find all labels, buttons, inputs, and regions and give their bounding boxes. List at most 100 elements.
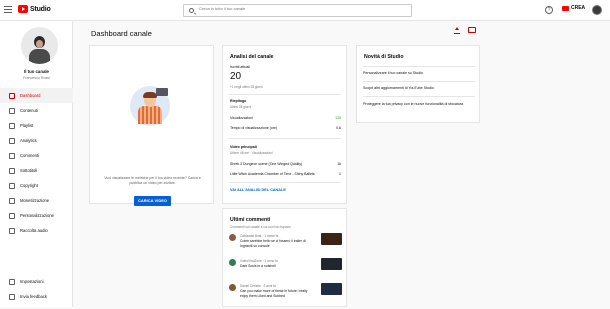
news-title: Novità di Studio bbox=[364, 54, 404, 60]
video-icon bbox=[9, 107, 15, 114]
sidebar-item-contenuti[interactable]: Contenuti bbox=[0, 103, 73, 118]
sidebar-item-playlist[interactable]: Playlist bbox=[0, 118, 73, 133]
comments-subtitle: Commenti sul canale a cui non hai rispos… bbox=[230, 225, 291, 229]
sidebar-item-label: Sottotitoli bbox=[20, 168, 38, 173]
news-item[interactable]: Proteggere la tua privacy con le nuove f… bbox=[363, 102, 475, 107]
top-video-title: Shrek 3 Dungeon scene (One Winged Qualit… bbox=[230, 162, 303, 166]
sidebar-item-invia-feedback[interactable]: Invia feedback bbox=[0, 289, 73, 304]
search-bar[interactable] bbox=[183, 4, 412, 17]
sidebar-item-label: Playlist bbox=[20, 123, 34, 128]
top-video-row[interactable]: Little Witch Academia Chamber of Time - … bbox=[230, 172, 341, 176]
views-value: 128 bbox=[335, 116, 341, 120]
upload-video-button[interactable]: CARICA VIDEO bbox=[134, 196, 171, 206]
sidebar-item-label: Personalizzazione bbox=[20, 213, 54, 218]
go-to-analytics-link[interactable]: VAI ALL'ANALISI DEL CANALE bbox=[230, 188, 286, 192]
sidebar-item-sottotitoli[interactable]: Sottotitoli bbox=[0, 163, 73, 178]
commenter-avatar bbox=[229, 259, 236, 266]
comment-item[interactable]: Daniel Christie · 2 anni fa Can you make … bbox=[229, 283, 343, 309]
sidebar-nav: Dashboard Contenuti Playlist Analytics Comme… bbox=[0, 88, 73, 238]
comment-text: Come sarebbe bello se ci fossero il trai… bbox=[240, 239, 306, 248]
comment-item[interactable]: VideoViralZone · 1 anno fa Dark Souls in … bbox=[229, 258, 343, 284]
watch-time-value: 0,6 bbox=[336, 126, 341, 130]
subscribers-change: +1 negli ultimi 28 giorni bbox=[230, 85, 263, 89]
youtube-logo-icon bbox=[18, 5, 28, 13]
feedback-icon bbox=[9, 293, 15, 300]
sidebar-bottom-nav: Impostazioni Invia feedback bbox=[0, 274, 73, 304]
page-title: Dashboard canale bbox=[91, 29, 152, 38]
brush-icon bbox=[9, 212, 15, 219]
subscribers-label: Iscritti attuali bbox=[230, 65, 250, 69]
sidebar-item-impostazioni[interactable]: Impostazioni bbox=[0, 274, 73, 289]
summary-title: Riepilogo bbox=[230, 99, 247, 103]
top-video-views: 16 bbox=[337, 162, 341, 166]
create-button[interactable]: CREA bbox=[562, 5, 585, 11]
account-avatar[interactable] bbox=[592, 5, 602, 15]
comment-author: VideoViralZone · 1 anno fa bbox=[240, 259, 278, 263]
comment-item[interactable]: Catriswan Bost · 1 mese fa Come sarebbe b… bbox=[229, 233, 343, 259]
sidebar-item-commenti[interactable]: Commenti bbox=[0, 148, 73, 163]
copyright-icon bbox=[9, 182, 15, 189]
sidebar-item-analytics[interactable]: Analytics bbox=[0, 133, 73, 148]
divider bbox=[363, 66, 475, 67]
upload-icon[interactable] bbox=[454, 27, 460, 34]
latest-comments-card: Ultimi commenti Commenti sul canale a cu… bbox=[222, 208, 347, 307]
top-videos-period: Ultime 48 ore · Visualizzazioni bbox=[230, 151, 273, 155]
comment-author: Catriswan Bost · 1 mese fa bbox=[240, 234, 279, 238]
news-item[interactable]: Personalizzare il tuo canale su Studio bbox=[363, 71, 475, 76]
subscribers-count: 20 bbox=[230, 71, 242, 82]
channel-analytics-card: Analisi del canale Iscritti attuali 20 +… bbox=[222, 45, 347, 204]
divider bbox=[363, 81, 475, 82]
divider bbox=[229, 182, 341, 183]
comment-text: Can you make more of these in future i r… bbox=[240, 289, 308, 298]
search-input[interactable] bbox=[199, 6, 399, 11]
top-videos-title: Video principali bbox=[230, 145, 257, 149]
help-icon[interactable]: ? bbox=[545, 6, 553, 14]
sidebar-item-label: Raccolta audio bbox=[20, 228, 48, 233]
create-label: CREA bbox=[571, 5, 586, 11]
money-icon bbox=[9, 197, 15, 204]
sidebar: Il tuo canale Francesco Rossi Dashboard C… bbox=[0, 21, 73, 307]
dashboard-icon bbox=[9, 92, 15, 99]
go-live-icon[interactable] bbox=[468, 27, 476, 33]
gear-icon bbox=[9, 278, 15, 285]
sidebar-item-copyright[interactable]: Copyright bbox=[0, 178, 73, 193]
sidebar-item-label: Monetizzazione bbox=[20, 198, 50, 203]
subtitles-icon bbox=[9, 167, 15, 174]
views-label: Visualizzazioni bbox=[230, 116, 253, 120]
top-bar: Studio ? CREA bbox=[0, 0, 610, 21]
sidebar-item-dashboard[interactable]: Dashboard bbox=[0, 88, 73, 103]
audio-library-icon bbox=[9, 227, 15, 234]
video-thumbnail[interactable] bbox=[321, 233, 342, 245]
comments-title: Ultimi commenti bbox=[230, 217, 271, 223]
analytics-icon bbox=[9, 137, 15, 144]
news-item[interactable]: Scopri altri aggiornamenti di YouTube St… bbox=[363, 86, 475, 91]
sidebar-item-raccolta-audio[interactable]: Raccolta audio bbox=[0, 223, 73, 238]
video-thumbnail[interactable] bbox=[321, 258, 342, 270]
sidebar-item-label: Analytics bbox=[20, 138, 37, 143]
divider bbox=[363, 96, 475, 97]
upload-illustration bbox=[126, 84, 176, 126]
analytics-title: Analisi del canale bbox=[230, 54, 274, 60]
video-camera-icon bbox=[562, 5, 569, 11]
channel-subtitle: Francesco Rossi bbox=[23, 76, 50, 80]
top-video-row[interactable]: Shrek 3 Dungeon scene (One Winged Qualit… bbox=[230, 162, 341, 166]
hamburger-menu-icon[interactable] bbox=[4, 6, 12, 14]
comment-author: Daniel Christie · 2 anni fa bbox=[240, 284, 276, 288]
channel-avatar[interactable] bbox=[21, 27, 58, 64]
studio-news-card: Novità di Studio Personalizzare il tuo c… bbox=[356, 45, 480, 123]
sidebar-item-personalizzazione[interactable]: Personalizzazione bbox=[0, 208, 73, 223]
divider bbox=[229, 94, 341, 95]
upload-prompt-text: Vuoi visualizzare le metriche per il tuo… bbox=[104, 176, 201, 185]
comment-icon bbox=[9, 152, 15, 159]
sidebar-item-label: Commenti bbox=[20, 153, 40, 158]
sidebar-item-label: Invia feedback bbox=[20, 294, 48, 299]
studio-logo[interactable]: Studio bbox=[18, 5, 51, 13]
top-video-title: Little Witch Academia Chamber of Time - … bbox=[230, 172, 315, 176]
sidebar-item-label: Dashboard bbox=[20, 93, 41, 98]
sidebar-item-label: Copyright bbox=[20, 183, 38, 188]
top-video-views: 1 bbox=[339, 172, 341, 176]
watch-time-label: Tempo di visualizzazione (ore) bbox=[230, 126, 278, 130]
sidebar-item-monetizzazione[interactable]: Monetizzazione bbox=[0, 193, 73, 208]
video-thumbnail[interactable] bbox=[321, 283, 342, 295]
sidebar-item-label: Contenuti bbox=[20, 108, 38, 113]
